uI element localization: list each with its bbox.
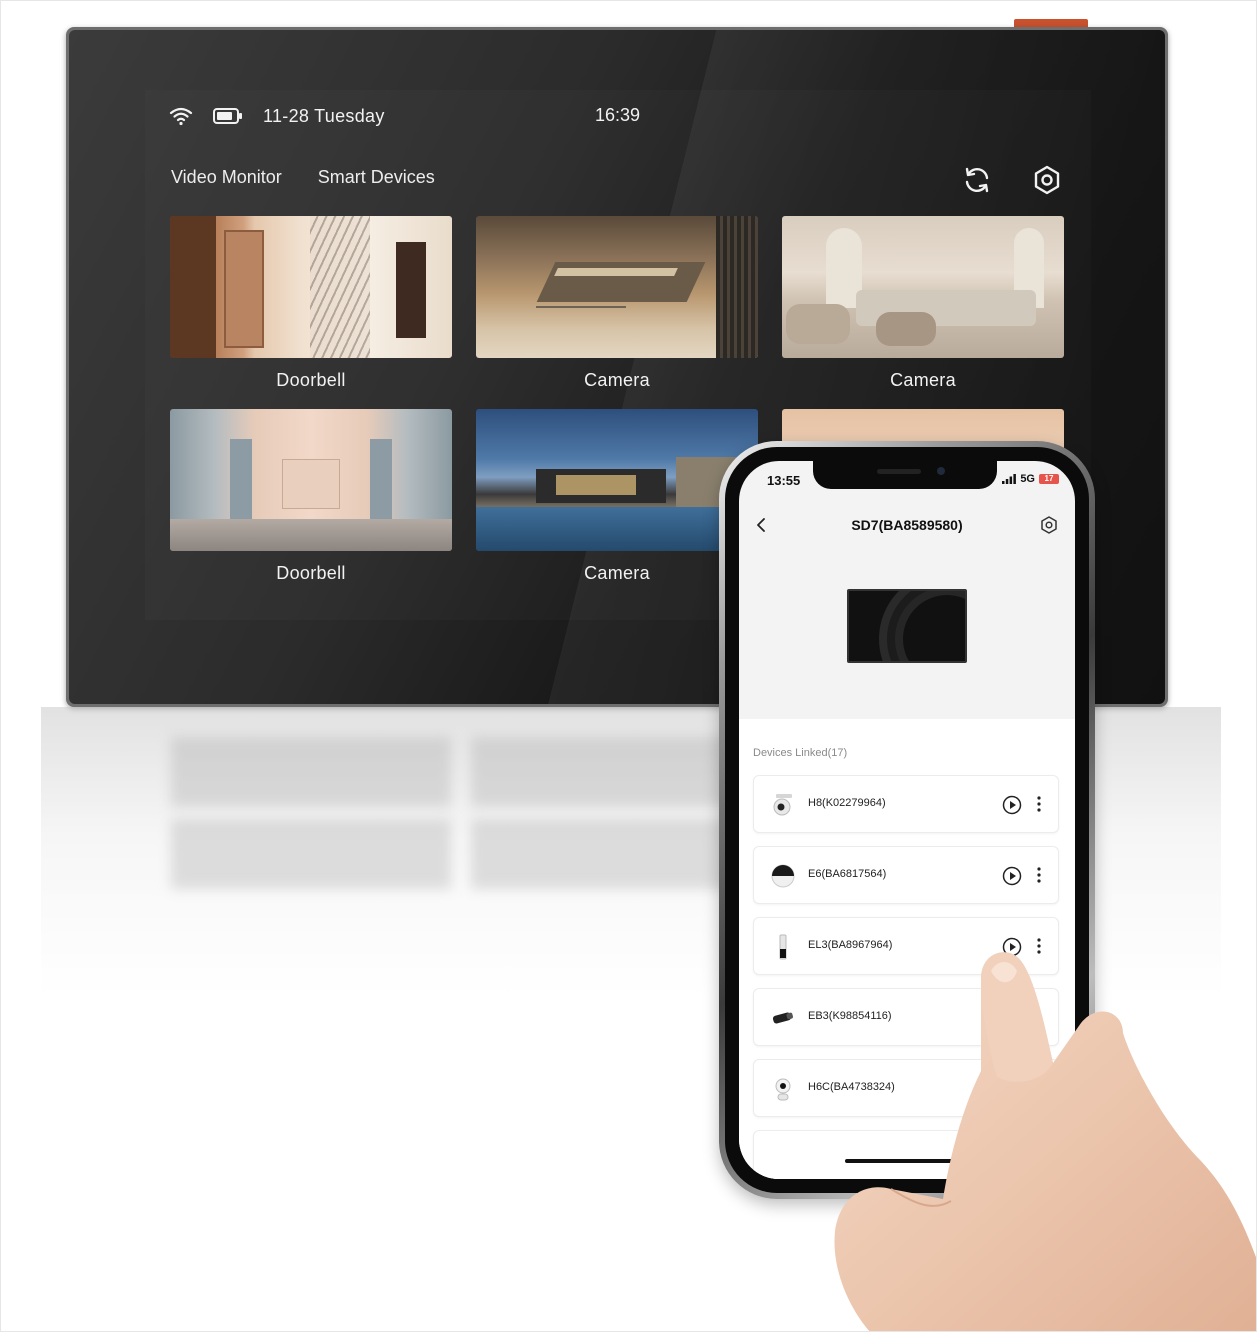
battery-icon xyxy=(213,108,242,124)
phone-status-icons: 5G 17 xyxy=(1002,473,1059,485)
monitor-status-bar: 11-28 Tuesday 16:39 xyxy=(169,103,649,129)
indoor-camera-icon xyxy=(775,1078,791,1101)
phone-time: 13:55 xyxy=(767,473,801,488)
camera-feed-tile[interactable] xyxy=(170,409,452,551)
device-row[interactable]: E6(BA6817564) xyxy=(753,846,1059,904)
refresh-icon[interactable] xyxy=(961,164,993,196)
camera-feed-tile[interactable] xyxy=(476,216,758,358)
play-icon[interactable] xyxy=(1002,795,1022,815)
settings-hex-icon[interactable] xyxy=(1031,164,1063,196)
device-title: SD7(BA8589580) xyxy=(851,517,963,533)
devices-linked-label: Devices Linked(17) xyxy=(753,747,848,759)
device-name: H8(K02279964) xyxy=(808,797,886,809)
bullet-camera-icon xyxy=(772,1012,793,1024)
battery-badge: 17 xyxy=(1039,474,1059,484)
product-scene: 11-28 Tuesday 16:39 Video Monitor Smart … xyxy=(0,0,1257,1332)
more-vertical-icon[interactable] xyxy=(1036,794,1042,814)
signal-icon xyxy=(1002,474,1017,484)
play-icon[interactable] xyxy=(1002,866,1022,886)
front-camera xyxy=(937,467,945,475)
network-type: 5G xyxy=(1020,473,1035,485)
camera-feed-tile[interactable] xyxy=(782,216,1064,358)
phone-notch xyxy=(813,461,997,489)
power-button[interactable] xyxy=(1014,19,1088,27)
camera-feed-tile[interactable] xyxy=(476,409,758,551)
tile-label: Doorbell xyxy=(276,370,346,390)
tile-label: Camera xyxy=(584,563,650,583)
dome-camera-icon xyxy=(771,864,795,888)
device-row[interactable]: H8(K02279964) xyxy=(753,775,1059,833)
app-header: SD7(BA8589580) xyxy=(739,513,1075,539)
monitor-time: 16:39 xyxy=(595,105,641,125)
speaker-grille xyxy=(877,469,921,474)
wifi-icon xyxy=(169,107,193,126)
monitor-actions xyxy=(961,164,1063,196)
tab-video-monitor[interactable]: Video Monitor xyxy=(171,167,282,188)
ptz-camera-icon xyxy=(773,794,792,816)
tab-smart-devices[interactable]: Smart Devices xyxy=(318,167,435,188)
camera-feed-tile[interactable] xyxy=(170,216,452,358)
smart-lock-icon xyxy=(779,934,787,960)
device-name: E6(BA6817564) xyxy=(808,868,887,880)
tile-label: Camera xyxy=(890,370,956,390)
settings-hex-icon[interactable] xyxy=(1039,515,1059,535)
device-preview-image xyxy=(847,589,967,663)
tile-label: Camera xyxy=(584,370,650,390)
monitor-date: 11-28 Tuesday xyxy=(263,105,385,126)
hand-illustration xyxy=(834,952,1256,1331)
monitor-tabs: Video Monitor Smart Devices xyxy=(171,167,435,188)
tile-label: Doorbell xyxy=(276,563,346,583)
more-vertical-icon[interactable] xyxy=(1036,865,1042,885)
